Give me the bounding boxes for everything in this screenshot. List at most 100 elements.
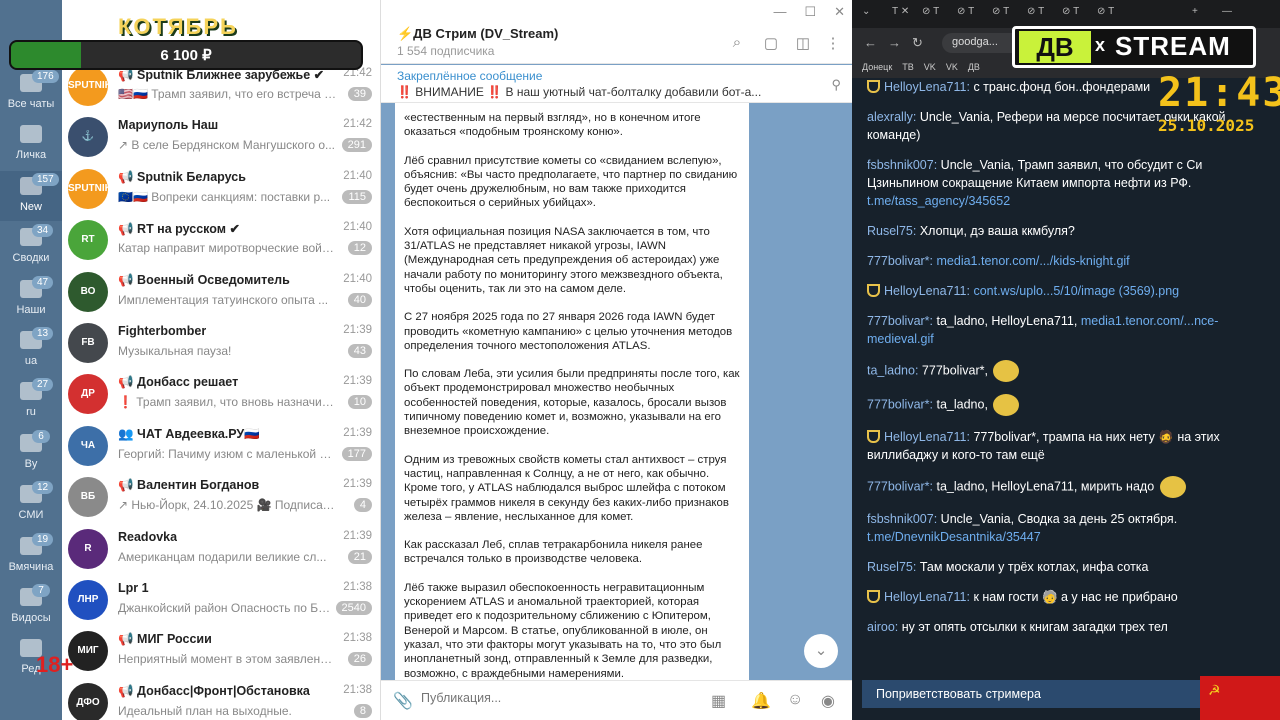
- send-icon[interactable]: ◉: [821, 691, 835, 711]
- unread-badge: 10: [347, 395, 372, 410]
- chat-username[interactable]: 777bolivar*:: [867, 479, 933, 493]
- chat-link[interactable]: cont.ws/uplo...5/10/image (3569).png: [973, 284, 1179, 298]
- chat-row[interactable]: R Readovka 21:39 Американцам подарили велик…: [62, 523, 380, 574]
- chat-username[interactable]: 777bolivar*:: [867, 397, 933, 411]
- sidebar-toggle-icon[interactable]: ◫: [795, 34, 811, 52]
- chat-row[interactable]: SPUTNIK BY 📢 Sputnik Беларусь 21:40 🇪🇺🇷🇺 Во…: [62, 163, 380, 214]
- chat-time: 21:39: [343, 375, 372, 388]
- folder-badge: 157: [32, 172, 59, 186]
- folder-1[interactable]: Личка: [0, 119, 62, 169]
- browser-tab[interactable]: ⊘ Т: [1027, 6, 1057, 22]
- maximize-icon[interactable]: ☐: [804, 4, 816, 19]
- chat-username[interactable]: 777bolivar*:: [867, 254, 933, 268]
- chat-username[interactable]: airoo:: [867, 620, 898, 634]
- folder-5[interactable]: 13 ua: [0, 325, 62, 375]
- folder-6[interactable]: 27 ru: [0, 376, 62, 426]
- chat-username[interactable]: fsbshnik007:: [867, 158, 937, 172]
- forward-icon[interactable]: →: [888, 35, 901, 50]
- chat-row[interactable]: МИГ 📢 МИГ России 21:38 Неприятный момент в …: [62, 625, 380, 676]
- unread-badge: 21: [347, 549, 372, 564]
- chat-link[interactable]: media1.tenor.com/.../kids-knight.gif: [937, 254, 1130, 268]
- folder-label: By: [24, 457, 38, 470]
- chat-row[interactable]: ВБ 📢 Валентин Богданов 21:39 ↗ Нью-Йорк, 24…: [62, 471, 380, 522]
- folder-9[interactable]: 19 Вмячина: [0, 531, 62, 581]
- chat-row[interactable]: RT 📢 RT на русском ✔ 21:40 Катар направит м…: [62, 214, 380, 265]
- browser-tab[interactable]: ⊘ Т: [922, 6, 952, 22]
- folder-4[interactable]: 47 Наши: [0, 274, 62, 324]
- chat-avatar: ЛНР: [68, 579, 108, 620]
- chat-username[interactable]: HelloyLena711:: [884, 430, 970, 444]
- compose-bar: 📎 ▦ 🔔 ☺ ◉: [381, 680, 853, 720]
- browser-tab[interactable]: ⊘ Т: [1062, 6, 1092, 22]
- folder-10[interactable]: 7 Видосы: [0, 582, 62, 632]
- greet-streamer-button[interactable]: Поприветствовать стримера: [862, 680, 1202, 708]
- folder-0[interactable]: 176 Все чаты: [0, 68, 62, 118]
- bell-icon[interactable]: 🔔: [751, 691, 771, 711]
- logo-x: x: [1095, 35, 1106, 55]
- unread-badge: 4: [353, 498, 372, 513]
- chat-username[interactable]: 777bolivar*:: [867, 314, 933, 328]
- comments-icon[interactable]: ▢: [763, 34, 779, 52]
- minimize-icon[interactable]: —: [773, 4, 786, 19]
- compose-input[interactable]: [421, 691, 671, 705]
- bookmark-item[interactable]: ТВ: [902, 62, 914, 72]
- chat-name: 📢 Sputnik Беларусь: [118, 169, 246, 184]
- folder-badge: 27: [32, 378, 54, 392]
- chat-row[interactable]: ДФО 📢 Донбасс|Фронт|Обстановка 21:38 Идеаль…: [62, 677, 380, 720]
- new-tab-icon[interactable]: +: [1192, 6, 1222, 22]
- bookmark-item[interactable]: VK: [924, 62, 936, 72]
- chat-username[interactable]: alexrally:: [867, 110, 916, 124]
- bookmark-item[interactable]: VK: [946, 62, 958, 72]
- chat-row[interactable]: ЧА 👥 ЧАТ Авдеевка.РУ🇷🇺 21:39 Георгий: Пачим…: [62, 420, 380, 471]
- folder-3[interactable]: 34 Сводки: [0, 222, 62, 272]
- moderator-shield-icon: [867, 284, 880, 297]
- chat-username[interactable]: HelloyLena711:: [884, 590, 970, 604]
- minimize-icon[interactable]: —: [1222, 6, 1252, 22]
- folder-7[interactable]: 6 By: [0, 428, 62, 478]
- browser-tab[interactable]: ⊘ Т: [1097, 6, 1127, 22]
- chat-list: SPUTNIK LIVE📢 Sputnik Ближнее зарубежье …: [62, 60, 380, 720]
- subscriber-count: 1 554 подписчика: [397, 44, 495, 58]
- chat-username[interactable]: HelloyLena711:: [884, 284, 970, 298]
- back-icon[interactable]: ←: [864, 35, 877, 50]
- scroll-down-button[interactable]: ⌄: [804, 634, 838, 668]
- channel-post: «естественным на первый взгляд», но в ко…: [395, 103, 749, 680]
- chat-preview: Неприятный момент в этом заявлении ам...: [118, 652, 338, 667]
- channel-title[interactable]: ⚡ДВ Стрим (DV_Stream): [397, 26, 558, 42]
- pin-list-icon[interactable]: ⚲: [831, 77, 841, 93]
- close-icon[interactable]: ✕: [834, 4, 845, 19]
- chat-message: 777bolivar*: media1.tenor.com/.../kids-k…: [867, 252, 1267, 270]
- browser-tab[interactable]: Т ✕: [892, 6, 922, 22]
- chat-username[interactable]: fsbshnik007:: [867, 512, 937, 526]
- chat-row[interactable]: ВО 📢 Военный Осведомитель 21:40 Имплементац…: [62, 266, 380, 317]
- schedule-icon[interactable]: ▦: [711, 691, 726, 711]
- chat-name: 📢 Донбасс решает: [118, 375, 239, 390]
- more-icon[interactable]: ⋮: [825, 34, 841, 52]
- chat-link[interactable]: t.me/DnevnikDesantnika/35447: [867, 530, 1041, 544]
- chat-row[interactable]: FB Fighterbomber 21:39 Музыкальная пауза! 43: [62, 317, 380, 368]
- folder-2[interactable]: 157 New: [0, 170, 62, 221]
- attach-icon[interactable]: 📎: [393, 691, 413, 711]
- folder-8[interactable]: 12 СМИ: [0, 479, 62, 529]
- window-controls[interactable]: — ☐ ✕: [755, 4, 845, 20]
- emoji-icon[interactable]: ☺: [787, 691, 803, 709]
- chat-row[interactable]: ЛНР Lpr 1 21:38 Джанкойский район Опасность…: [62, 574, 380, 625]
- bookmark-item[interactable]: ДВ: [968, 62, 980, 72]
- chat-row[interactable]: ⚓ Мариуполь Наш 21:42 ↗ В селе Бердянском М…: [62, 111, 380, 162]
- bookmark-item[interactable]: Донецк: [862, 62, 892, 72]
- chat-link[interactable]: t.me/tass_agency/345652: [867, 194, 1010, 208]
- chat-username[interactable]: ta_ladno:: [867, 363, 918, 377]
- search-icon[interactable]: ⌕: [729, 34, 745, 51]
- browser-tab[interactable]: ⊘ Т: [957, 6, 987, 22]
- chat-row[interactable]: ДР 📢 Донбасс решает 21:39 ❗ Трамп заявил, ч…: [62, 368, 380, 419]
- folder-label: ua: [24, 355, 38, 367]
- pinned-message[interactable]: Закреплённое сообщение ‼️ ВНИМАНИЕ ‼️ В …: [381, 65, 853, 103]
- chat-message: 777bolivar*: ta_ladno, HelloyLena711, me…: [867, 312, 1267, 348]
- browser-tab[interactable]: ⊘ Т: [992, 6, 1022, 22]
- folder-badge: 47: [32, 275, 54, 289]
- chat-username[interactable]: Rusel75:: [867, 224, 916, 238]
- chat-username[interactable]: HelloyLena711:: [884, 80, 970, 94]
- reload-icon[interactable]: ↻: [912, 35, 923, 51]
- tab-menu-icon[interactable]: ⌄: [862, 6, 892, 22]
- chat-username[interactable]: Rusel75:: [867, 560, 916, 574]
